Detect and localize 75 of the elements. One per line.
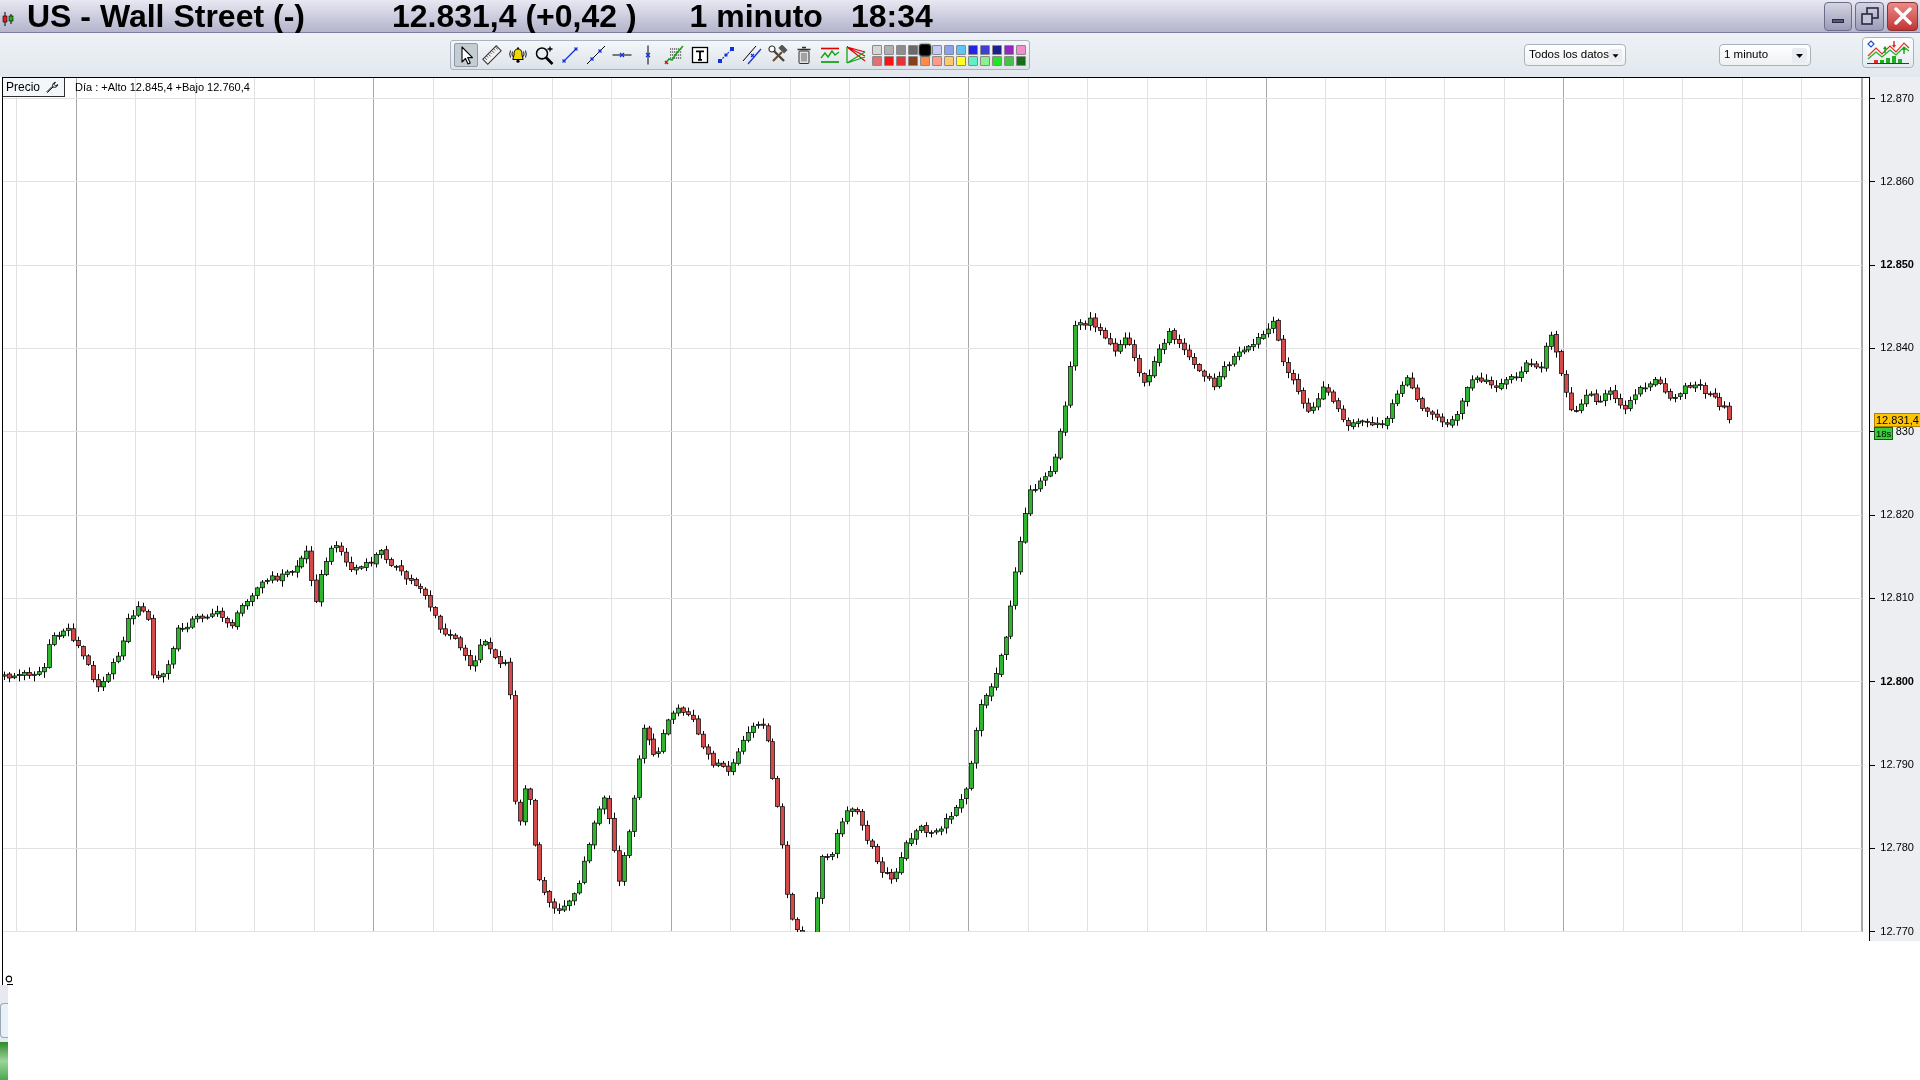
indicator-strip bbox=[0, 1042, 8, 1080]
text-icon bbox=[690, 45, 710, 65]
color-swatch[interactable] bbox=[896, 44, 906, 55]
ring-icon bbox=[5, 975, 12, 983]
tool-button[interactable] bbox=[454, 43, 478, 67]
color-swatch[interactable] bbox=[992, 44, 1002, 55]
axis-label: 12.800 bbox=[1880, 675, 1914, 688]
axis-label: 12.810 bbox=[1880, 591, 1914, 604]
axis-label: 12.870 bbox=[1880, 92, 1914, 105]
range-dropdown[interactable]: Todos los datos bbox=[1524, 44, 1626, 66]
last-price-tag: 12.831,4 bbox=[1874, 413, 1920, 427]
tool-button[interactable] bbox=[740, 43, 764, 67]
tool-button[interactable] bbox=[480, 43, 504, 67]
color-swatch[interactable] bbox=[992, 55, 1002, 66]
color-swatch[interactable] bbox=[956, 44, 966, 55]
color-swatch[interactable] bbox=[932, 44, 942, 55]
parallel-lines-icon bbox=[742, 45, 762, 65]
signals-button[interactable] bbox=[1862, 37, 1914, 68]
color-swatch[interactable] bbox=[872, 55, 882, 66]
bell-icon bbox=[508, 45, 528, 65]
instrument-title: US - Wall Street (-) bbox=[27, 0, 305, 32]
dotted-line-icon bbox=[716, 45, 736, 65]
axis-label: 830 bbox=[1895, 425, 1914, 438]
axis-label: 12.770 bbox=[1880, 925, 1914, 938]
line-chart-icon bbox=[820, 45, 840, 65]
countdown-tag: 18s bbox=[1874, 427, 1894, 440]
color-swatch[interactable] bbox=[896, 55, 906, 66]
minimize-button[interactable] bbox=[1824, 1, 1852, 31]
color-swatch[interactable] bbox=[908, 55, 918, 66]
day-summary: Día : +Alto 12.845,4 +Bajo 12.760,4 bbox=[75, 82, 250, 93]
price-panel-button[interactable]: Precio bbox=[3, 78, 65, 97]
axis-label: 12.780 bbox=[1880, 841, 1914, 854]
axis-label: 12.850 bbox=[1880, 258, 1914, 271]
caret-icon bbox=[1792, 47, 1807, 63]
axis-label: 12.860 bbox=[1880, 175, 1914, 188]
quote-text: 12.831,4 (+0,42 ) bbox=[391, 0, 637, 32]
restore-button[interactable] bbox=[1855, 1, 1884, 31]
line-icon bbox=[586, 45, 606, 65]
color-swatch[interactable] bbox=[1016, 55, 1026, 66]
axis-label: 12.820 bbox=[1880, 508, 1914, 521]
axis-label: 12.790 bbox=[1880, 758, 1914, 771]
color-swatch[interactable] bbox=[980, 55, 990, 66]
wrench-icon bbox=[46, 80, 59, 94]
signals-chart-icon bbox=[1866, 40, 1910, 65]
minimize-icon bbox=[1832, 18, 1844, 23]
interval-dropdown[interactable]: 1 minuto bbox=[1719, 44, 1811, 66]
restore-icon bbox=[1860, 7, 1879, 25]
zoom-in-icon bbox=[534, 45, 554, 65]
tool-button[interactable] bbox=[584, 43, 608, 67]
close-icon bbox=[1893, 7, 1912, 25]
interval-text: 1 minuto bbox=[689, 0, 823, 32]
axis-label: 12.840 bbox=[1880, 341, 1914, 354]
close-button[interactable] bbox=[1887, 1, 1918, 31]
levels-icon bbox=[664, 45, 684, 65]
color-swatch[interactable] bbox=[908, 44, 918, 55]
color-swatch[interactable] bbox=[968, 44, 978, 55]
color-swatch[interactable] bbox=[919, 43, 931, 56]
color-swatch[interactable] bbox=[932, 55, 942, 66]
color-swatch[interactable] bbox=[1004, 55, 1014, 66]
fan-lines-icon bbox=[846, 45, 866, 65]
color-swatch[interactable] bbox=[968, 55, 978, 66]
color-swatch[interactable] bbox=[944, 55, 954, 66]
candlestick-icon bbox=[2, 12, 14, 26]
time-text: 18:34 bbox=[850, 0, 933, 32]
color-swatch[interactable] bbox=[956, 55, 966, 66]
segment-icon bbox=[560, 45, 580, 65]
color-swatch[interactable] bbox=[920, 55, 930, 66]
color-swatch[interactable] bbox=[1004, 44, 1014, 55]
caret-icon bbox=[1608, 47, 1622, 63]
color-swatch[interactable] bbox=[884, 55, 894, 66]
color-swatch[interactable] bbox=[944, 44, 954, 55]
color-swatch[interactable] bbox=[980, 44, 990, 55]
color-swatch[interactable] bbox=[1016, 44, 1026, 55]
color-swatch[interactable] bbox=[884, 44, 894, 55]
color-swatch[interactable] bbox=[872, 44, 882, 55]
